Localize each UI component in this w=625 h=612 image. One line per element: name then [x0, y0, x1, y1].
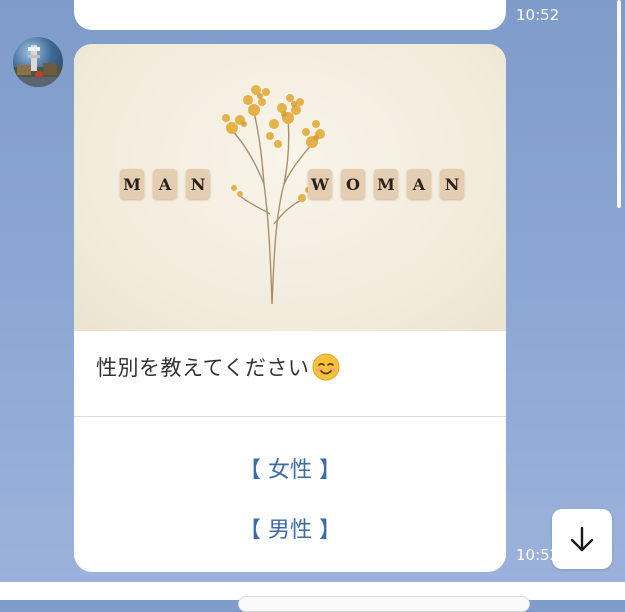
chat-view: 10:52 M A N W O M A N 性別を教えてください 【 女性 】 … [0, 0, 625, 612]
letter-tile: M [374, 169, 398, 199]
letter-tile: N [440, 169, 464, 199]
arrow-down-icon [570, 526, 594, 552]
message-text-label: 性別を教えてください [96, 356, 310, 380]
message-text: 性別を教えてください [96, 352, 340, 382]
previous-message-bubble [74, 0, 506, 30]
card-divider [74, 416, 506, 417]
option-female-button[interactable]: 【 女性 】 [74, 452, 506, 484]
letter-tile: W [308, 169, 332, 199]
scroll-to-bottom-button[interactable] [552, 509, 612, 569]
smiling-face-icon [312, 353, 340, 381]
letter-tile: A [153, 169, 177, 199]
letter-tile: M [120, 169, 144, 199]
woman-letter-tiles: W O M A N [308, 169, 464, 199]
message-card: M A N W O M A N 性別を教えてください 【 女性 】 【 男性 】 [74, 44, 506, 572]
option-male-button[interactable]: 【 男性 】 [74, 512, 506, 544]
letter-tile: N [186, 169, 210, 199]
letter-tile: A [407, 169, 431, 199]
scrollbar[interactable] [617, 0, 621, 208]
letter-tile: O [341, 169, 365, 199]
message-input-field[interactable] [238, 596, 530, 612]
message-image: M A N W O M A N [74, 44, 506, 331]
man-letter-tiles: M A N [120, 169, 210, 199]
previous-message-timestamp: 10:52 [516, 6, 560, 24]
avatar-photo [13, 45, 63, 87]
avatar[interactable] [13, 37, 63, 87]
